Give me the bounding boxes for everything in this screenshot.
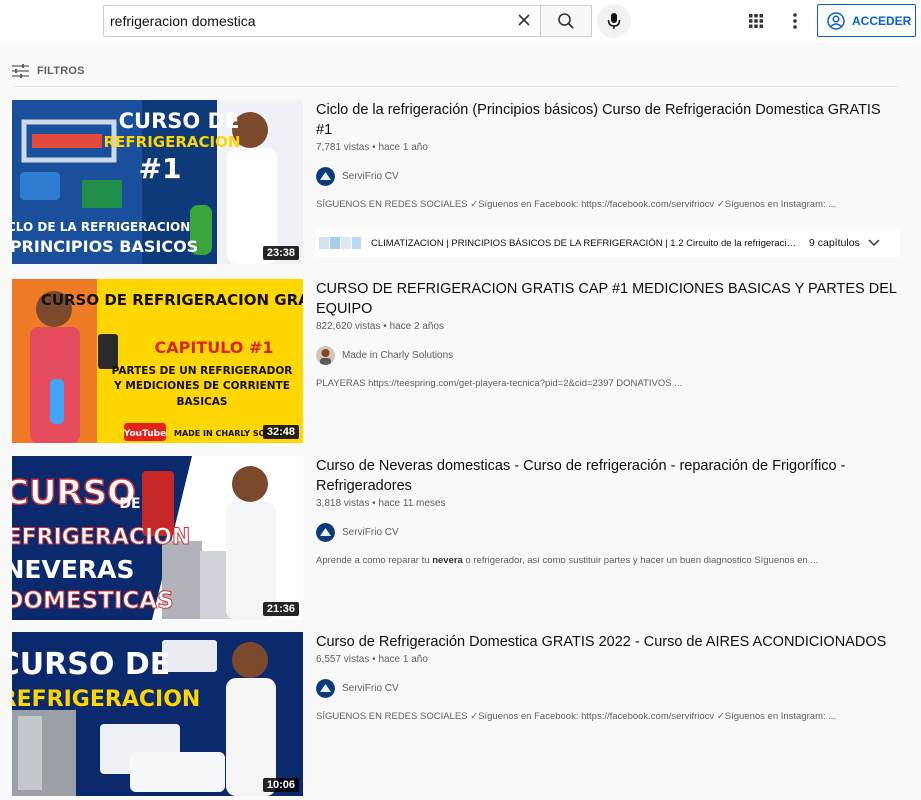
video-title[interactable]: Curso de Neveras domesticas - Curso de r… (316, 456, 900, 496)
video-title[interactable]: Ciclo de la refrigeración (Principios bá… (316, 100, 900, 140)
view-count: 3,818 vistas (316, 498, 370, 509)
filters-label: FILTROS (37, 65, 85, 77)
channel-avatar (316, 523, 335, 542)
view-count: 7,781 vistas (316, 142, 370, 153)
video-duration: 23:38 (262, 246, 299, 260)
thumb-text: DE (119, 496, 140, 512)
account-icon (827, 11, 845, 30)
channel-name: ServiFrio CV (342, 527, 399, 538)
channel-link[interactable]: Made in Charly Solutions (316, 346, 900, 365)
video-description: SÍGUENOS EN REDES SOCIALES ✓Síguenos en … (316, 711, 837, 722)
video-thumbnail[interactable]: CURSO DE REFRIGERACION NEVERAS DOMESTICA… (12, 456, 303, 620)
view-count: 822,620 vistas (316, 321, 381, 332)
thumb-text: CURSO DE REFRIGERACION GRATIS (41, 291, 303, 309)
thumb-text: #1 (139, 152, 182, 185)
thumb-text: CURSO DE (12, 647, 170, 682)
video-meta: 7,781 vistas • hace 1 año (316, 142, 428, 153)
video-duration: 21:36 (262, 602, 299, 616)
microphone-icon (607, 13, 621, 29)
upload-age: hace 1 año (378, 142, 428, 153)
search-button[interactable] (540, 5, 592, 37)
sign-in-label: ACCEDER (852, 13, 912, 28)
search-box[interactable] (103, 5, 541, 37)
search-input[interactable] (110, 6, 510, 36)
thumb-text: REFRIGERACION (12, 525, 190, 550)
filters-button[interactable]: FILTROS (12, 62, 85, 80)
thumb-text: CICLO DE LA REFRIGERACION (12, 220, 190, 234)
video-info: Curso de Neveras domesticas - Curso de r… (316, 456, 900, 566)
thumb-text: CAPITULO #1 (154, 338, 273, 357)
thumb-text: BASICAS (177, 396, 228, 408)
upload-age: hace 2 años (389, 321, 445, 332)
video-description: Aprende a como reparar tu nevera o refri… (316, 555, 900, 566)
apps-button[interactable] (745, 10, 767, 32)
channel-avatar (316, 679, 335, 698)
youtube-logo-text: YouTube (123, 429, 166, 439)
filter-sliders-icon (12, 64, 29, 78)
chapter-thumbnails (319, 237, 361, 249)
view-count: 6,557 vistas (316, 654, 370, 665)
video-thumbnail[interactable]: CURSO DE REFRIGERACION #1 CICLO DE LA RE… (12, 100, 303, 264)
upload-age: hace 11 meses (378, 498, 446, 509)
thumb-text: PRINCIPIOS BASICOS (12, 237, 198, 256)
video-info: CURSO DE REFRIGERACION GRATIS CAP #1 MED… (316, 279, 900, 389)
chevron-down-icon (868, 239, 880, 247)
channel-link[interactable]: ServiFrio CV (316, 523, 900, 542)
more-options-button[interactable] (784, 10, 806, 32)
thumb-text: CURSO (12, 473, 136, 513)
upload-age: hace 1 año (378, 654, 428, 665)
thumb-text: NEVERAS (12, 555, 135, 584)
top-bar: ACCEDER (0, 0, 921, 43)
video-description: SÍGUENOS EN REDES SOCIALES ✓Síguenos en … (316, 199, 837, 210)
video-description: PLAYERAS https://teespring.com/get-playe… (316, 378, 683, 389)
channel-name: ServiFrio CV (342, 683, 399, 694)
video-meta: 822,620 vistas • hace 2 años (316, 321, 445, 332)
video-duration: 10:06 (262, 778, 299, 792)
description-highlight: nevera (432, 555, 463, 566)
channel-link[interactable]: ServiFrio CV (316, 679, 900, 698)
description-text: Aprende a como reparar tu (316, 555, 433, 566)
video-thumbnail[interactable]: CURSO DE REFRIGERACION 10:06 (12, 632, 303, 796)
sign-in-button[interactable]: ACCEDER (817, 4, 916, 37)
video-result: CURSO DE REFRIGERACION NEVERAS DOMESTICA… (12, 456, 900, 620)
thumb-text: DOMESTICAS (12, 588, 174, 614)
chapters-bar[interactable]: CLIMATIZACION | PRINCIPIOS BÁSICOS DE LA… (316, 229, 900, 257)
close-icon (518, 14, 530, 26)
video-info: Curso de Refrigeración Domestica GRATIS … (316, 632, 900, 722)
video-duration: 32:48 (262, 425, 299, 439)
thumb-text: Y MEDICIONES DE CORRIENTE (113, 380, 290, 392)
channel-name: ServiFrio CV (342, 171, 399, 182)
apps-grid-icon (749, 14, 763, 28)
video-result: CURSO DE REFRIGERACION 10:06 Curso de Re… (12, 632, 900, 796)
video-info: Ciclo de la refrigeración (Principios bá… (316, 100, 900, 210)
chapter-title: CLIMATIZACION | PRINCIPIOS BÁSICOS DE LA… (371, 237, 801, 249)
divider (12, 86, 900, 87)
video-result: CURSO DE REFRIGERACION #1 CICLO DE LA RE… (12, 100, 900, 264)
video-meta: 3,818 vistas • hace 11 meses (316, 498, 446, 509)
voice-search-button[interactable] (597, 4, 631, 38)
thumb-text: REFRIGERACION (104, 133, 241, 151)
channel-avatar (316, 346, 335, 365)
thumb-text: CURSO DE (119, 109, 240, 133)
search-icon (558, 13, 574, 29)
channel-link[interactable]: ServiFrio CV (316, 167, 900, 186)
video-title[interactable]: CURSO DE REFRIGERACION GRATIS CAP #1 MED… (316, 279, 900, 319)
more-vertical-icon (793, 13, 797, 29)
thumb-text: REFRIGERACION (12, 687, 200, 712)
channel-name: Made in Charly Solutions (342, 350, 454, 361)
channel-avatar (316, 167, 335, 186)
video-result: YouTube CURSO DE REFRIGERACION GRATIS CA… (12, 279, 900, 443)
video-title[interactable]: Curso de Refrigeración Domestica GRATIS … (316, 632, 900, 652)
clear-search-button[interactable] (513, 9, 535, 31)
video-thumbnail[interactable]: YouTube CURSO DE REFRIGERACION GRATIS CA… (12, 279, 303, 443)
chapter-count: 9 capítulos (809, 237, 860, 249)
description-text: o refrigerador, así como sustituir parte… (462, 555, 819, 566)
thumb-text: PARTES DE UN REFRIGERADOR (112, 365, 293, 377)
video-meta: 6,557 vistas • hace 1 año (316, 654, 428, 665)
